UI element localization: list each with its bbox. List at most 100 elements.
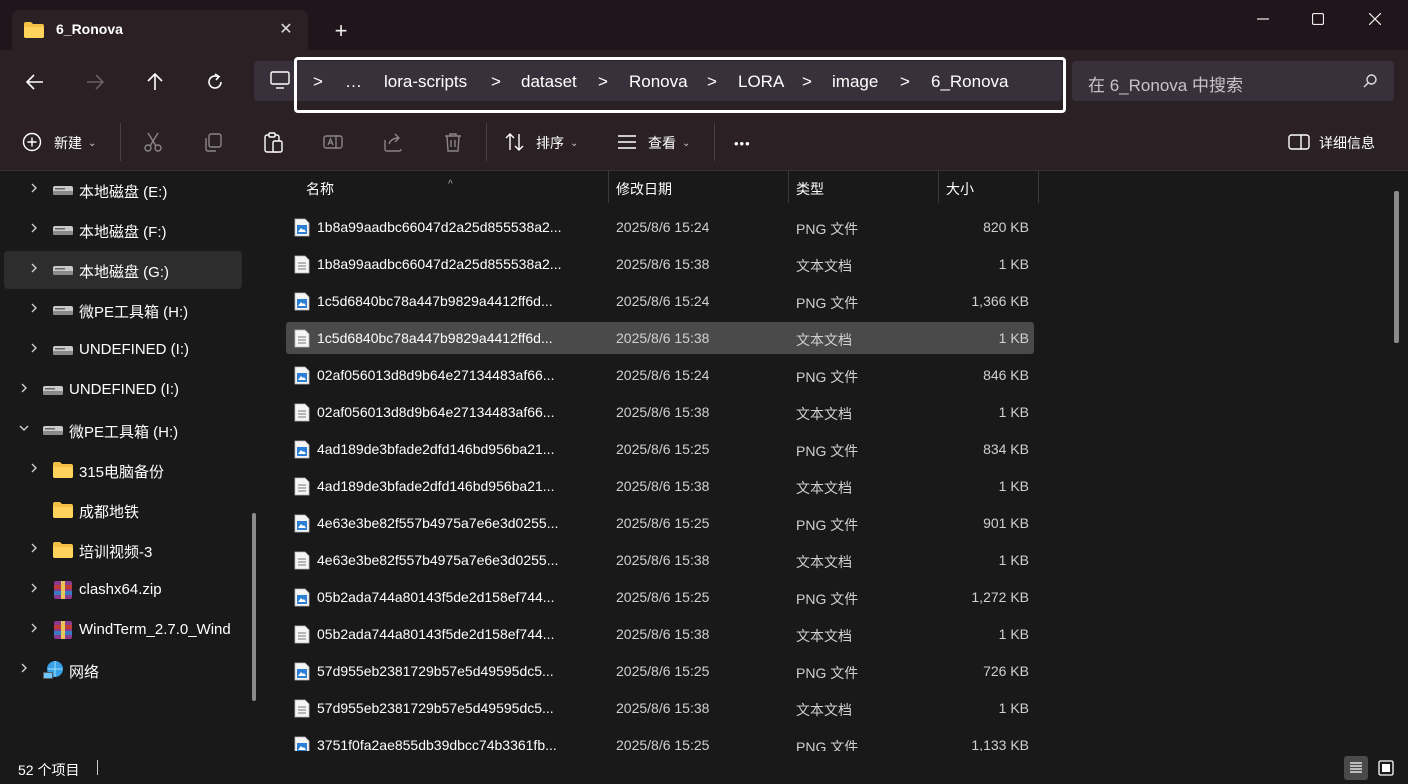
sidebar-item[interactable]: 本地磁盘 (E:) bbox=[4, 171, 242, 209]
maximize-button[interactable] bbox=[1295, 4, 1341, 34]
cut-button[interactable] bbox=[142, 131, 164, 155]
file-row[interactable]: 05b2ada744a80143f5de2d158ef744... 2025/8/… bbox=[286, 618, 1034, 650]
file-row[interactable]: 4e63e3be82f557b4975a7e6e3d0255... 2025/8/… bbox=[286, 507, 1034, 539]
tab-6-ronova[interactable]: 6_Ronova ✕ bbox=[12, 10, 308, 50]
chevron-right-icon[interactable] bbox=[28, 542, 42, 556]
share-button[interactable] bbox=[382, 131, 404, 155]
file-type: 文本文档 bbox=[796, 332, 852, 348]
sidebar-item[interactable]: 本地磁盘 (G:) bbox=[4, 251, 242, 289]
file-type: 文本文档 bbox=[796, 258, 852, 274]
sidebar-item[interactable]: UNDEFINED (I:) bbox=[4, 331, 242, 369]
sidebar-item[interactable]: 成都地铁 bbox=[4, 491, 242, 529]
file-row[interactable]: 57d955eb2381729b57e5d49595dc5... 2025/8/6… bbox=[286, 655, 1034, 687]
sidebar-scrollbar[interactable] bbox=[252, 513, 256, 701]
file-name: 4ad189de3bfade2dfd146bd956ba21... bbox=[317, 478, 555, 494]
breadcrumb-image[interactable]: image bbox=[832, 72, 878, 92]
arrow-left-icon bbox=[25, 74, 45, 95]
more-options-button[interactable]: ••• bbox=[734, 131, 751, 155]
breadcrumb-6-ronova[interactable]: 6_Ronova bbox=[931, 72, 1009, 92]
text-file-icon bbox=[294, 551, 310, 573]
breadcrumb-overflow[interactable]: … bbox=[345, 72, 362, 92]
file-row[interactable]: 1b8a99aadbc66047d2a25d855538a2... 2025/8/… bbox=[286, 211, 1034, 243]
copy-button[interactable] bbox=[202, 131, 224, 155]
file-row[interactable]: 4e63e3be82f557b4975a7e6e3d0255... 2025/8/… bbox=[286, 544, 1034, 576]
sidebar-item[interactable]: 315电脑备份 bbox=[4, 451, 242, 489]
chevron-right-icon[interactable] bbox=[28, 582, 42, 596]
sidebar-item[interactable]: 网络 bbox=[4, 651, 242, 689]
sidebar-item[interactable]: 本地磁盘 (F:) bbox=[4, 211, 242, 249]
new-tab-button[interactable]: + bbox=[326, 18, 356, 48]
tab-close-button[interactable]: ✕ bbox=[274, 18, 298, 42]
column-header-size[interactable]: 大小 bbox=[938, 171, 1038, 203]
forward-button[interactable] bbox=[80, 68, 110, 98]
plus-circle-icon bbox=[22, 132, 42, 155]
chevron-right-icon[interactable] bbox=[28, 182, 42, 196]
column-header-date[interactable]: 修改日期 bbox=[608, 171, 788, 203]
chevron-right-icon[interactable]: > bbox=[313, 72, 323, 92]
chevron-right-icon[interactable] bbox=[18, 662, 32, 676]
file-name: 4e63e3be82f557b4975a7e6e3d0255... bbox=[317, 515, 559, 531]
new-button[interactable]: 新建 ⌄ bbox=[22, 131, 96, 155]
file-row[interactable]: 1c5d6840bc78a447b9829a4412ff6d... 2025/8/… bbox=[286, 322, 1034, 354]
sidebar-item[interactable]: 培训视频-3 bbox=[4, 531, 242, 569]
breadcrumb-ronova[interactable]: Ronova bbox=[629, 72, 688, 92]
chevron-right-icon[interactable]: > bbox=[491, 72, 501, 92]
paste-button[interactable] bbox=[262, 131, 284, 155]
sidebar-item[interactable]: WindTerm_2.7.0_Wind bbox=[4, 611, 242, 649]
file-row[interactable]: 1b8a99aadbc66047d2a25d855538a2... 2025/8/… bbox=[286, 248, 1034, 280]
refresh-button[interactable] bbox=[200, 68, 230, 98]
file-name: 4ad189de3bfade2dfd146bd956ba21... bbox=[317, 441, 555, 457]
sidebar-item[interactable]: clashx64.zip bbox=[4, 571, 242, 609]
file-row[interactable]: 02af056013d8d9b64e27134483af66... 2025/8/… bbox=[286, 396, 1034, 428]
chevron-right-icon[interactable] bbox=[28, 302, 42, 316]
back-button[interactable] bbox=[20, 68, 50, 98]
sidebar-item[interactable]: UNDEFINED (I:) bbox=[4, 371, 242, 409]
search-input[interactable]: 在 6_Ronova 中搜索 bbox=[1072, 61, 1394, 101]
minimize-button[interactable] bbox=[1240, 4, 1286, 34]
sidebar-item-label: 本地磁盘 (G:) bbox=[79, 264, 169, 281]
folder-icon bbox=[52, 540, 74, 563]
navigation-bar: > … lora-scripts > dataset > Ronova > LO… bbox=[0, 50, 1408, 113]
chevron-right-icon[interactable] bbox=[28, 222, 42, 236]
sidebar-item[interactable]: 微PE工具箱 (H:) bbox=[4, 291, 242, 329]
file-row[interactable]: 05b2ada744a80143f5de2d158ef744... 2025/8/… bbox=[286, 581, 1034, 613]
breadcrumb-lora-scripts[interactable]: lora-scripts bbox=[384, 72, 467, 92]
breadcrumb-lora[interactable]: LORA bbox=[738, 72, 784, 92]
chevron-right-icon[interactable] bbox=[28, 622, 42, 636]
column-header-type[interactable]: 类型 bbox=[788, 171, 938, 203]
delete-button[interactable] bbox=[442, 131, 464, 155]
column-header-name[interactable]: 名称 ^ bbox=[266, 171, 608, 203]
chevron-right-icon[interactable]: > bbox=[598, 72, 608, 92]
chevron-right-icon[interactable] bbox=[28, 342, 42, 356]
sort-button[interactable]: 排序 ⌄ bbox=[504, 131, 578, 155]
details-pane-button[interactable]: 详细信息 bbox=[1288, 131, 1375, 155]
up-button[interactable] bbox=[140, 68, 170, 98]
text-file-icon bbox=[294, 329, 310, 351]
file-row[interactable]: 4ad189de3bfade2dfd146bd956ba21... 2025/8/… bbox=[286, 470, 1034, 502]
close-window-button[interactable] bbox=[1352, 4, 1398, 34]
chevron-right-icon[interactable]: > bbox=[802, 72, 812, 92]
sidebar-item[interactable]: 微PE工具箱 (H:) bbox=[4, 411, 242, 449]
chevron-right-icon[interactable]: > bbox=[900, 72, 910, 92]
file-row[interactable]: 1c5d6840bc78a447b9829a4412ff6d... 2025/8/… bbox=[286, 285, 1034, 317]
computer-icon[interactable] bbox=[270, 71, 290, 92]
view-button[interactable]: 查看 ⌄ bbox=[616, 131, 690, 155]
clipboard-icon bbox=[262, 131, 284, 156]
details-view-button[interactable] bbox=[1344, 756, 1368, 780]
file-date: 2025/8/6 15:25 bbox=[616, 515, 710, 531]
file-row[interactable]: 02af056013d8d9b64e27134483af66... 2025/8/… bbox=[286, 359, 1034, 391]
file-list-scrollbar[interactable] bbox=[1394, 191, 1399, 343]
column-divider[interactable] bbox=[1038, 171, 1039, 203]
chevron-down-icon: ⌄ bbox=[88, 137, 97, 149]
chevron-down-icon[interactable] bbox=[18, 422, 32, 436]
file-row[interactable]: 4ad189de3bfade2dfd146bd956ba21... 2025/8/… bbox=[286, 433, 1034, 465]
chevron-right-icon[interactable] bbox=[28, 262, 42, 276]
tiles-view-button[interactable] bbox=[1374, 756, 1398, 780]
chevron-right-icon[interactable] bbox=[28, 462, 42, 476]
file-row[interactable]: 57d955eb2381729b57e5d49595dc5... 2025/8/6… bbox=[286, 692, 1034, 724]
chevron-right-icon[interactable]: > bbox=[707, 72, 717, 92]
chevron-right-icon[interactable] bbox=[18, 382, 32, 396]
breadcrumb-dataset[interactable]: dataset bbox=[521, 72, 577, 92]
sidebar-item-label: 培训视频-3 bbox=[79, 544, 153, 561]
rename-button[interactable] bbox=[322, 131, 344, 155]
